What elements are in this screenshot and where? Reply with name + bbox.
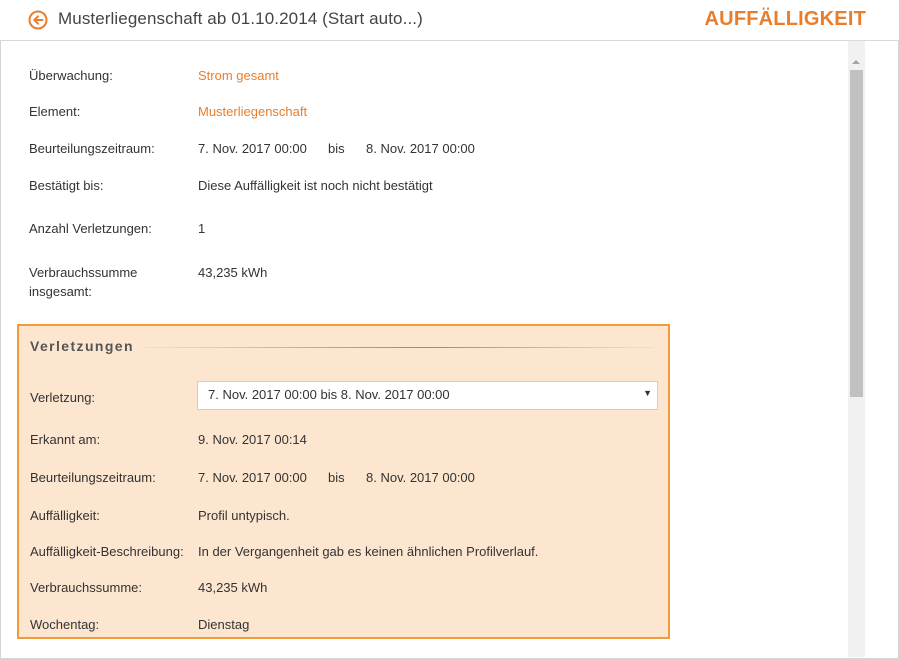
v-zeitraum-from: 7. Nov. 2017 00:00 <box>198 470 307 485</box>
auffaelligkeit-value: Profil untypisch. <box>198 508 290 523</box>
verletzung-select[interactable]: 7. Nov. 2017 00:00 bis 8. Nov. 2017 00:0… <box>197 381 658 410</box>
element-link[interactable]: Musterliegenschaft <box>198 102 307 121</box>
page-header: Musterliegenschaft ab 01.10.2014 (Start … <box>0 0 899 41</box>
beschreibung-label: Auffälligkeit-Beschreibung: <box>30 544 184 559</box>
ueberwachung-label: Überwachung: <box>29 68 113 83</box>
summe-label-line2: insgesamt: <box>29 284 92 299</box>
erkannt-label: Erkannt am: <box>30 432 101 447</box>
verletzung-selected-value: 7. Nov. 2017 00:00 bis 8. Nov. 2017 00:0… <box>208 387 450 402</box>
auffaelligkeit-label: Auffälligkeit: <box>30 508 100 523</box>
wochentag-value: Dienstag <box>198 617 250 632</box>
element-label: Element: <box>29 104 81 119</box>
detail-content: Überwachung: Strom gesamt Element: Muste… <box>0 41 848 657</box>
v-zeitraum-label: Beurteilungszeitraum: <box>30 470 156 485</box>
verletzungen-panel: Verletzungen Verletzung: 7. Nov. 2017 00… <box>17 324 670 639</box>
erkannt-value: 9. Nov. 2017 00:14 <box>198 432 307 447</box>
beschreibung-value: In der Vergangenheit gab es keinen ähnli… <box>198 544 539 559</box>
title-divider <box>144 347 654 348</box>
page-title: Musterliegenschaft ab 01.10.2014 (Start … <box>58 9 423 28</box>
zeitraum-to: 8. Nov. 2017 00:00 <box>366 141 475 156</box>
dropdown-arrow-icon: ▼ <box>643 388 652 398</box>
anzahl-value: 1 <box>198 221 206 236</box>
scrollbar-thumb[interactable] <box>850 70 863 397</box>
zeitraum-bis: bis <box>328 141 345 156</box>
zeitraum-from: 7. Nov. 2017 00:00 <box>198 141 307 156</box>
arrow-left-circle-icon[interactable] <box>28 10 48 30</box>
v-summe-label: Verbrauchssumme: <box>30 580 142 595</box>
summe-label-line1: Verbrauchssumme <box>29 265 138 280</box>
zeitraum-label: Beurteilungszeitraum: <box>29 141 155 156</box>
v-zeitraum-bis: bis <box>328 470 345 485</box>
bestaetigt-label: Bestätigt bis: <box>29 178 104 193</box>
anomaly-badge: AUFFÄLLIGKEIT <box>704 8 866 30</box>
v-summe-value: 43,235 kWh <box>198 580 268 595</box>
anzahl-label: Anzahl Verletzungen: <box>29 221 152 236</box>
scroll-up-arrow-icon[interactable] <box>852 60 860 64</box>
vertical-scrollbar[interactable] <box>848 41 865 657</box>
bestaetigt-value: Diese Auffälligkeit ist noch nicht bestä… <box>198 178 433 193</box>
verletzung-label: Verletzung: <box>30 390 96 405</box>
summe-value: 43,235 kWh <box>198 265 268 280</box>
v-zeitraum-to: 8. Nov. 2017 00:00 <box>366 470 475 485</box>
verletzungen-title: Verletzungen <box>30 338 134 354</box>
ueberwachung-link[interactable]: Strom gesamt <box>198 66 279 85</box>
wochentag-label: Wochentag: <box>30 617 100 632</box>
